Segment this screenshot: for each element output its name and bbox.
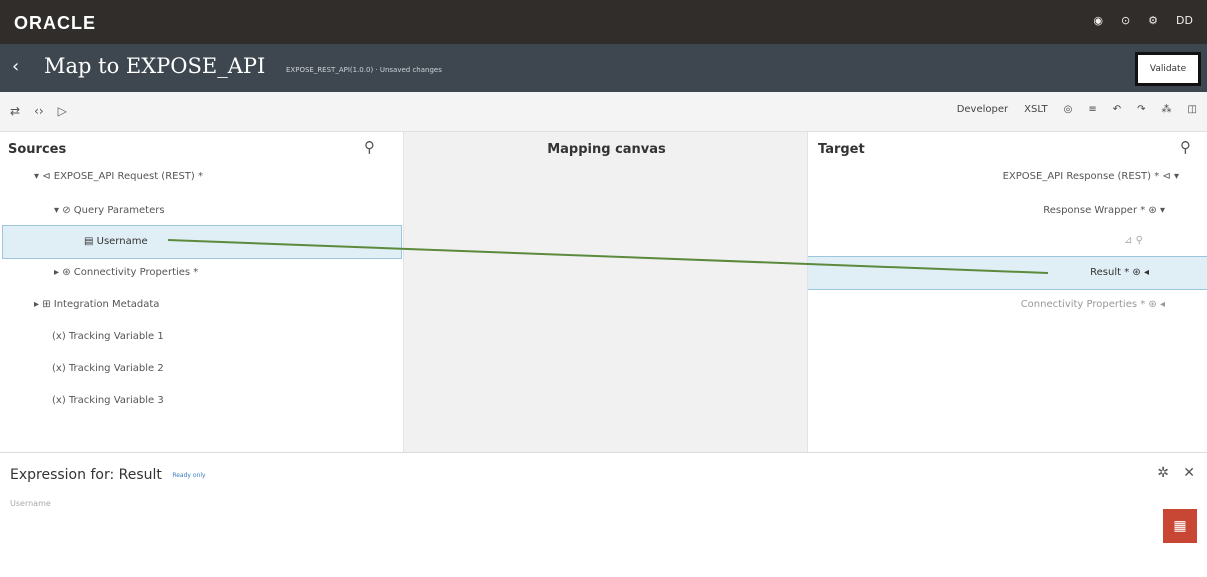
source-tracking-variable-1[interactable]: (x) Tracking Variable 1	[52, 322, 164, 352]
settings-icon[interactable]: ⚙	[1148, 14, 1158, 27]
sources-panel: Sources ⚲ ▾ ⊲ EXPOSE_API Request (REST) …	[0, 132, 403, 452]
target-response-wrapper[interactable]: Response Wrapper * ⊛ ▾	[1043, 196, 1165, 226]
mapping-canvas[interactable]: Mapping canvas	[403, 132, 808, 452]
oracle-header: ORACLE ◉ ⊙ ⚙ DD	[0, 0, 1207, 44]
panel-icon[interactable]: ◫	[1188, 104, 1197, 115]
target-connectivity-properties[interactable]: Connectivity Properties * ⊛ ◂	[1021, 290, 1165, 320]
source-query-parameters[interactable]: ▾ ⊘ Query Parameters	[54, 196, 165, 226]
expression-label: Expression for:	[10, 467, 115, 483]
read-only-badge: Ready only	[172, 471, 206, 479]
search-icon[interactable]: ⚲	[364, 138, 375, 156]
expression-panel: Expression for: Result Ready only ✲ ✕ Us…	[0, 452, 1207, 577]
page-subtitle: EXPOSE_REST_API(1.0.0) · Unsaved changes	[286, 66, 442, 74]
close-icon[interactable]: ✕	[1183, 465, 1195, 481]
source-username-row[interactable]	[2, 225, 402, 259]
view-icon[interactable]: ◎	[1064, 104, 1073, 115]
xslt-toggle[interactable]: XSLT	[1024, 104, 1048, 115]
source-request[interactable]: ▾ ⊲ EXPOSE_API Request (REST) *	[34, 162, 203, 192]
pin-icon[interactable]: ✲	[1157, 465, 1169, 481]
source-integration-metadata[interactable]: ▸ ⊞ Integration Metadata	[34, 290, 159, 320]
developer-toggle[interactable]: Developer	[957, 104, 1008, 115]
user-avatar[interactable]: DD	[1176, 14, 1193, 27]
title-bar: ‹ Map to EXPOSE_API EXPOSE_REST_API(1.0.…	[0, 44, 1207, 92]
notification-icon[interactable]: ◉	[1093, 14, 1103, 27]
chat-icon[interactable]: ▦	[1163, 509, 1197, 543]
expression-target: Result	[118, 467, 162, 483]
code-icon[interactable]: ‹›	[34, 104, 44, 118]
sources-heading: Sources	[8, 142, 67, 157]
source-connectivity-properties[interactable]: ▸ ⊛ Connectivity Properties *	[54, 258, 198, 288]
target-response[interactable]: EXPOSE_API Response (REST) * ⊲ ▾	[1003, 162, 1179, 192]
target-result[interactable]: Result * ⊛ ◂	[1090, 258, 1149, 288]
help-icon[interactable]: ⊙	[1121, 14, 1130, 27]
undo-icon[interactable]: ↶	[1113, 104, 1121, 115]
redo-icon[interactable]: ↷	[1137, 104, 1145, 115]
target-panel: Target ⚲ EXPOSE_API Response (REST) * ⊲ …	[808, 132, 1207, 452]
source-username[interactable]: ▤ Username	[84, 227, 148, 257]
mapper-toolbar: ⇄ ‹› ▷ Developer XSLT ◎ ≡ ↶ ↷ ⁂ ◫	[0, 92, 1207, 132]
source-tracking-variable-3[interactable]: (x) Tracking Variable 3	[52, 386, 164, 416]
filter-icon[interactable]: ≡	[1088, 104, 1096, 115]
source-tracking-variable-2[interactable]: (x) Tracking Variable 2	[52, 354, 164, 384]
test-icon[interactable]: ▷	[58, 104, 67, 118]
back-icon[interactable]: ‹	[12, 56, 19, 77]
page-title: Map to EXPOSE_API	[44, 54, 266, 78]
expression-heading: Expression for: Result Ready only	[10, 467, 206, 483]
expression-value[interactable]: Username	[10, 499, 51, 508]
swap-icon[interactable]: ⇄	[10, 104, 20, 118]
validate-button[interactable]: Validate	[1135, 52, 1201, 86]
target-heading: Target	[818, 142, 865, 157]
canvas-heading: Mapping canvas	[547, 142, 666, 157]
recommend-icon[interactable]: ⁂	[1162, 104, 1172, 115]
oracle-logo: ORACLE	[14, 13, 96, 33]
target-attribute-icons: ⊿ ⚲	[1124, 235, 1143, 246]
target-search-icon[interactable]: ⚲	[1180, 138, 1191, 156]
